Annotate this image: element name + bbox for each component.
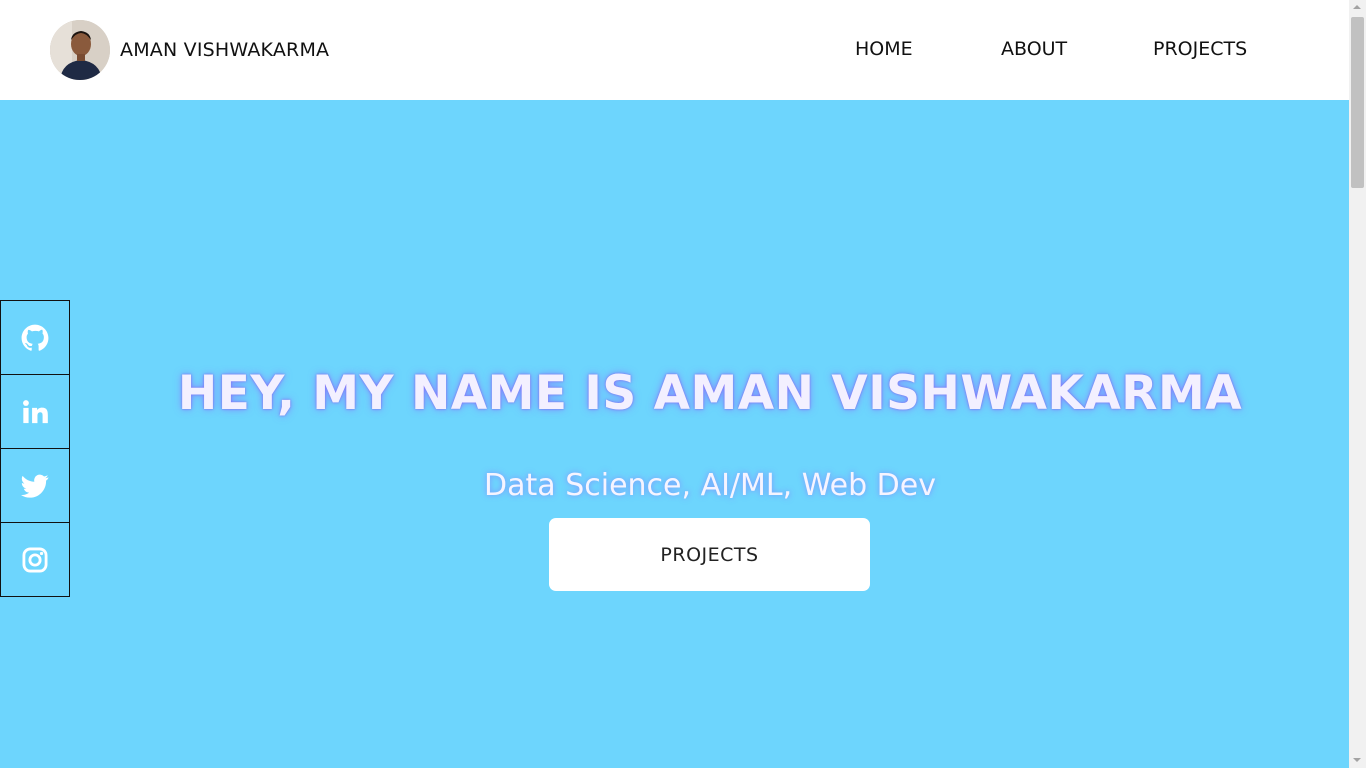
profile-photo-icon <box>50 20 110 80</box>
twitter-link[interactable] <box>0 448 70 523</box>
hero-title: HEY, MY NAME IS AMAN VISHWAKARMA <box>177 366 1243 421</box>
avatar <box>50 20 110 80</box>
brand-name: AMAN VISHWAKARMA <box>120 39 330 61</box>
hero-section: HEY, MY NAME IS AMAN VISHWAKARMA Data Sc… <box>0 100 1349 768</box>
instagram-link[interactable] <box>0 522 70 597</box>
social-sidebar <box>0 300 70 597</box>
linkedin-link[interactable] <box>0 374 70 449</box>
scroll-down-icon[interactable] <box>1353 758 1361 762</box>
instagram-icon <box>22 547 48 572</box>
site-header: AMAN VISHWAKARMA HOME ABOUT PROJECTS <box>0 0 1349 100</box>
hero-subtitle: Data Science, AI/ML, Web Dev <box>484 468 936 503</box>
linkedin-icon <box>23 399 48 423</box>
projects-button[interactable]: PROJECTS <box>549 518 870 591</box>
github-icon <box>21 324 49 351</box>
nav-about-link[interactable]: ABOUT <box>1001 38 1067 60</box>
scrollbar-thumb[interactable] <box>1351 17 1364 188</box>
scroll-up-icon[interactable] <box>1353 5 1361 9</box>
twitter-icon <box>21 474 49 498</box>
brand-link[interactable]: AMAN VISHWAKARMA <box>50 20 329 80</box>
github-link[interactable] <box>0 300 70 375</box>
nav-projects-link[interactable]: PROJECTS <box>1153 38 1247 60</box>
nav-home-link[interactable]: HOME <box>855 38 913 60</box>
